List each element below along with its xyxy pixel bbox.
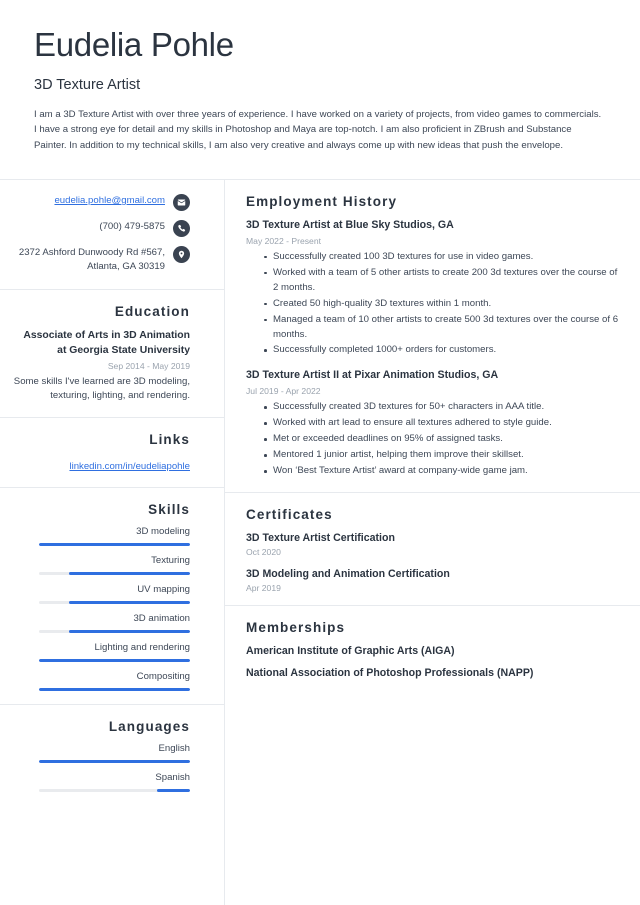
certificates-list: 3D Texture Artist Certification Oct 2020 3… (246, 532, 622, 593)
skills-list: 3D modeling Texturing UV mapping 3D animati… (12, 526, 190, 691)
language-bar-fill (156, 788, 190, 792)
skills-heading: Skills (148, 501, 190, 517)
employment-date: May 2022 - Present (246, 235, 321, 246)
language-bar-track (39, 759, 190, 763)
education-degree: Associate of Arts in 3D Animation at Geo… (23, 329, 190, 356)
employment-title: 3D Texture Artist II at Pixar Animation … (246, 369, 499, 382)
employment-title: 3D Texture Artist at Blue Sky Studios, G… (246, 219, 454, 231)
skill-item: Lighting and rendering (12, 642, 190, 662)
education-heading: Education (114, 303, 190, 319)
page-title: Eudelia Pohle (34, 26, 234, 63)
certificate-name: 3D Modeling and Animation Certification (246, 567, 450, 580)
employment-bullet: Successfully completed 1000+ orders for … (264, 343, 622, 358)
certificate-date: Apr 2019 (246, 582, 281, 593)
certificate-item: 3D Texture Artist Certification Oct 2020 (246, 532, 622, 557)
languages-heading: Languages (108, 718, 190, 734)
employment-bullet: Mentored 1 junior artist, helping them i… (264, 448, 622, 463)
skill-label: Lighting and rendering (94, 641, 190, 653)
languages-block: Languages English Spanish (0, 705, 224, 805)
skill-label: 3D modeling (136, 525, 190, 537)
resume-page: Eudelia Pohle 3D Texture Artist I am a 3… (0, 0, 640, 905)
phone-icon (173, 220, 190, 237)
education-date: Sep 2014 - May 2019 (107, 360, 190, 371)
certificates-block: Certificates 3D Texture Artist Certifica… (224, 493, 640, 605)
skill-label: Texturing (151, 554, 190, 566)
employment-bullet: Created 50 high-quality 3D textures with… (264, 297, 622, 312)
links-heading: Links (149, 431, 190, 447)
resume-body: eudelia.pohle@gmail.com (700) 479-5875 2… (0, 180, 640, 905)
memberships-list: American Institute of Graphic Arts (AIGA… (246, 645, 622, 679)
skill-label: UV mapping (137, 583, 190, 595)
languages-list: English Spanish (12, 743, 190, 792)
membership-item: American Institute of Graphic Arts (AIGA… (246, 644, 455, 657)
employment-bullet: Successfully created 100 3D textures for… (264, 250, 622, 265)
certificates-heading: Certificates (246, 506, 333, 522)
address-text: 2372 Ashford Dunwoody Rd #567, Atlanta, … (18, 247, 165, 272)
employment-date: Jul 2019 - Apr 2022 (246, 386, 321, 397)
employment-entry: 3D Texture Artist II at Pixar Animation … (246, 369, 622, 479)
phone-text: (700) 479-5875 (99, 221, 165, 232)
skill-bar-track (39, 629, 190, 633)
skill-bar-track (39, 687, 190, 691)
education-block: Education Associate of Arts in 3D Animat… (0, 290, 224, 417)
membership-item: National Association of Photoshop Profes… (246, 666, 534, 679)
email-text[interactable]: eudelia.pohle@gmail.com (54, 194, 165, 208)
skill-bar-fill (39, 542, 190, 546)
skill-label: Compositing (136, 670, 190, 682)
skill-item: 3D animation (12, 613, 190, 633)
location-pin-icon (173, 246, 190, 263)
employment-bullet: Worked with a team of 5 other artists to… (264, 266, 622, 296)
skill-bar-fill (39, 687, 190, 691)
employment-heading: Employment History (246, 194, 398, 209)
skill-bar-fill (69, 629, 190, 633)
skill-bar-track (39, 658, 190, 662)
certificate-name: 3D Texture Artist Certification (246, 531, 395, 544)
profile-summary: I am a 3D Texture Artist with over three… (34, 108, 602, 151)
sidebar: eudelia.pohle@gmail.com (700) 479-5875 2… (0, 180, 224, 905)
skills-block: Skills 3D modeling Texturing UV mapping 3D … (0, 488, 224, 704)
main-column: Employment History 3D Texture Artist at … (224, 180, 640, 905)
memberships-block: Memberships American Institute of Graphi… (224, 606, 640, 691)
language-label: English (158, 742, 190, 754)
skill-bar-fill (69, 600, 190, 604)
employment-bullet: Won ‘Best Texture Artist’ award at compa… (264, 464, 622, 479)
skill-bar-track (39, 571, 190, 575)
skill-label: 3D animation (133, 612, 190, 624)
employment-entry: 3D Texture Artist at Blue Sky Studios, G… (246, 219, 622, 358)
employment-bullet: Met or exceeded deadlines on 95% of assi… (264, 432, 622, 447)
contact-address-row: 2372 Ashford Dunwoody Rd #567, Atlanta, … (12, 246, 190, 274)
links-block: Links linkedin.com/in/eudeliapohle (0, 418, 224, 487)
language-item: English (12, 743, 190, 763)
contact-block: eudelia.pohle@gmail.com (700) 479-5875 2… (0, 180, 224, 289)
education-description: Some skills I've learned are 3D modeling… (13, 375, 190, 402)
contact-phone-row[interactable]: (700) 479-5875 (12, 220, 190, 237)
employment-bullet: Successfully created 3D textures for 50+… (264, 400, 622, 415)
language-item: Spanish (12, 772, 190, 792)
certificate-item: 3D Modeling and Animation Certification A… (246, 568, 622, 593)
language-label: Spanish (155, 771, 190, 783)
envelope-icon (173, 194, 190, 211)
employment-bullet-list: Successfully created 100 3D textures for… (246, 250, 622, 359)
skill-bar-fill (39, 658, 190, 662)
certificate-date: Oct 2020 (246, 546, 281, 557)
job-title: 3D Texture Artist (34, 76, 141, 93)
skill-item: UV mapping (12, 584, 190, 604)
memberships-heading: Memberships (246, 619, 346, 635)
employment-bullet-list: Successfully created 3D textures for 50+… (246, 400, 622, 479)
employment-block: Employment History 3D Texture Artist at … (224, 180, 640, 492)
skill-bar-fill (69, 571, 190, 575)
skill-item: Texturing (12, 555, 190, 575)
language-bar-track (39, 788, 190, 792)
employment-bullet: Managed a team of 10 other artists to cr… (264, 313, 622, 343)
language-bar-fill (39, 759, 190, 763)
skill-bar-track (39, 542, 190, 546)
link-item-linkedin[interactable]: linkedin.com/in/eudeliapohle (69, 461, 190, 472)
employment-bullet: Worked with art lead to ensure all textu… (264, 416, 622, 431)
skill-bar-track (39, 600, 190, 604)
skill-item: Compositing (12, 671, 190, 691)
contact-email-row[interactable]: eudelia.pohle@gmail.com (12, 194, 190, 211)
skill-item: 3D modeling (12, 526, 190, 546)
resume-header: Eudelia Pohle 3D Texture Artist I am a 3… (0, 0, 640, 154)
employment-list: 3D Texture Artist at Blue Sky Studios, G… (246, 219, 622, 479)
